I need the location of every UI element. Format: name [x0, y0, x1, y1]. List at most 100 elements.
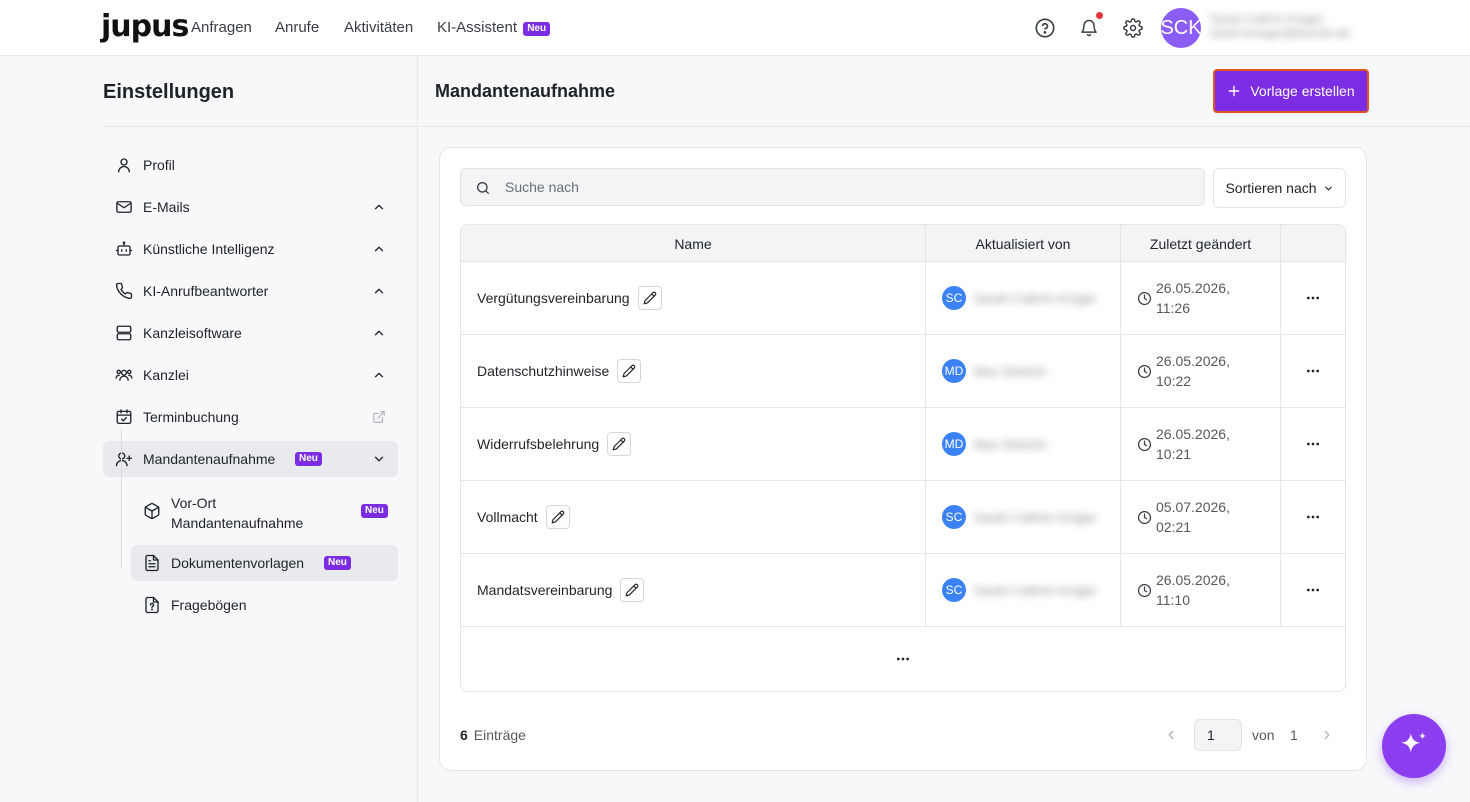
- nav-link-ki-assistent[interactable]: KI-Assistent Neu: [437, 19, 551, 37]
- bell-icon[interactable]: [1078, 17, 1100, 39]
- edit-pencil-icon[interactable]: [617, 359, 642, 383]
- new-badge: Neu: [361, 504, 388, 518]
- chevron-up-icon: [372, 242, 386, 256]
- sidebar-subitem-vor-ort-mandantenaufnahme[interactable]: Vor-Ort Mandantenaufnahme Neu: [131, 483, 398, 539]
- template-name[interactable]: Widerrufsbelehrung: [477, 436, 599, 452]
- nav-link-ki-assistent-label: KI-Assistent: [437, 19, 518, 36]
- table-row[interactable]: Widerrufsbelehrung MD Max Dietrich 26.05…: [461, 408, 1345, 481]
- template-name[interactable]: Datenschutzhinweise: [477, 363, 609, 379]
- table-row[interactable]: Vollmacht SC Sarah Cathrin Krüger 05.07.…: [461, 481, 1345, 554]
- last-modified-cell: 26.05.2026, 11:26: [1121, 262, 1281, 334]
- edit-pencil-icon[interactable]: [545, 505, 570, 529]
- last-modified-time: 11:26: [1156, 300, 1190, 316]
- edit-pencil-icon[interactable]: [607, 432, 632, 456]
- sidebar-item-profil[interactable]: Profil: [103, 147, 398, 183]
- chevron-right-icon[interactable]: [1320, 728, 1334, 742]
- create-template-label: Vorlage erstellen: [1250, 83, 1355, 99]
- sidebar-item-kanzleisoftware[interactable]: Kanzleisoftware: [103, 315, 398, 351]
- nav-link-anrufe[interactable]: Anrufe: [275, 19, 319, 37]
- sidebar-item-kanzlei[interactable]: Kanzlei: [103, 357, 398, 393]
- search-input[interactable]: [505, 169, 1185, 205]
- clock-icon: [1137, 510, 1152, 525]
- sidebar-subitem-frageboegen[interactable]: Fragebögen: [131, 587, 398, 623]
- help-icon[interactable]: [1034, 17, 1056, 39]
- server-icon: [115, 324, 133, 342]
- sidebar-item-emails[interactable]: E-Mails: [103, 189, 398, 225]
- more-horizontal-icon: [1305, 509, 1321, 525]
- submenu-guide-line: [121, 428, 122, 568]
- row-actions-button[interactable]: [1281, 335, 1345, 407]
- more-horizontal-icon: [1305, 290, 1321, 306]
- chevron-up-icon: [372, 368, 386, 382]
- nav-link-aktivitaeten[interactable]: Aktivitäten: [344, 19, 413, 37]
- user-info[interactable]: Sarah Cathrin Krüger sarah.krueger@kanzl…: [1210, 12, 1372, 40]
- row-actions-button[interactable]: [1281, 262, 1345, 334]
- users-icon: [115, 366, 133, 384]
- last-modified-date: 26.05.2026,: [1156, 572, 1230, 588]
- table-row[interactable]: Mandatsvereinbarung SC Sarah Cathrin Krü…: [461, 554, 1345, 627]
- page-number-input[interactable]: [1194, 719, 1242, 751]
- template-name[interactable]: Vergütungsvereinbarung: [477, 290, 630, 306]
- column-header-updated-by[interactable]: Aktualisiert von: [926, 225, 1121, 262]
- column-header-last-modified[interactable]: Zuletzt geändert: [1121, 225, 1281, 262]
- last-modified-date: 26.05.2026,: [1156, 353, 1230, 369]
- edit-pencil-icon[interactable]: [637, 286, 662, 310]
- template-name[interactable]: Mandatsvereinbarung: [477, 582, 612, 598]
- row-actions-button[interactable]: [1281, 408, 1345, 480]
- new-badge: Neu: [523, 22, 551, 36]
- sort-dropdown[interactable]: Sortieren nach: [1213, 168, 1346, 208]
- sidebar-item-ki-anrufbeantworter[interactable]: KI-Anrufbeantworter: [103, 273, 398, 309]
- updated-by-cell: SC Sarah Cathrin Krüger: [926, 262, 1121, 334]
- jupus-logo[interactable]: jupus: [101, 11, 189, 43]
- more-horizontal-icon: [1305, 582, 1321, 598]
- last-modified-cell: 26.05.2026, 10:21: [1121, 408, 1281, 480]
- column-header-name[interactable]: Name: [461, 225, 926, 262]
- sidebar-subitem-label: Fragebögen: [171, 597, 247, 613]
- last-modified-time: 11:10: [1156, 592, 1190, 608]
- column-header-actions: [1281, 225, 1345, 262]
- sidebar-item-mandantenaufnahme[interactable]: Mandantenaufnahme Neu: [103, 441, 398, 477]
- more-horizontal-icon: [895, 651, 911, 667]
- package-icon: [143, 502, 161, 520]
- entries-count: 6 Einträge: [460, 727, 526, 743]
- template-name[interactable]: Vollmacht: [477, 509, 538, 525]
- sidebar-item-terminbuchung[interactable]: Terminbuchung: [103, 399, 398, 435]
- user-avatar[interactable]: SCK: [1160, 8, 1202, 48]
- sidebar-item-label: E-Mails: [143, 199, 190, 215]
- page-of-label: von: [1252, 727, 1275, 743]
- row-actions-button[interactable]: [1281, 481, 1345, 553]
- notification-dot: [1096, 12, 1103, 19]
- row-actions-button[interactable]: [1281, 554, 1345, 626]
- last-modified-time: 10:21: [1156, 446, 1192, 462]
- clock-icon: [1137, 583, 1152, 598]
- last-modified-date: 26.05.2026,: [1156, 426, 1230, 442]
- table-row[interactable]: Datenschutzhinweise MD Max Dietrich 26.0…: [461, 335, 1345, 408]
- new-badge: Neu: [295, 452, 322, 466]
- sidebar-divider: [103, 126, 418, 127]
- ai-assistant-button[interactable]: [1382, 714, 1446, 778]
- more-horizontal-icon: [1305, 363, 1321, 379]
- user-name: Sarah Cathrin Krüger: [1210, 12, 1324, 26]
- last-modified-datetime: 26.05.2026, 11:10: [1156, 570, 1246, 610]
- sidebar-subitem-dokumentenvorlagen[interactable]: Dokumentenvorlagen Neu: [131, 545, 398, 581]
- calendar-check-icon: [115, 408, 133, 426]
- load-more-button[interactable]: [461, 627, 1345, 691]
- updated-by-cell: MD Max Dietrich: [926, 408, 1121, 480]
- updated-by-name: Max Dietrich: [974, 436, 1047, 452]
- nav-link-anfragen[interactable]: Anfragen: [191, 19, 252, 37]
- gear-icon[interactable]: [1122, 17, 1144, 39]
- create-template-button[interactable]: Vorlage erstellen: [1213, 69, 1369, 113]
- name-cell: Datenschutzhinweise: [461, 335, 926, 407]
- edit-pencil-icon[interactable]: [620, 578, 645, 602]
- name-cell: Vollmacht: [461, 481, 926, 553]
- sidebar-subitem-label: Dokumentenvorlagen: [171, 555, 305, 571]
- avatar: MD: [942, 359, 966, 383]
- sidebar-item-kuenstliche-intelligenz[interactable]: Künstliche Intelligenz: [103, 231, 398, 267]
- sidebar-item-label: Mandantenaufnahme: [143, 451, 276, 467]
- user-icon: [115, 156, 133, 174]
- search-box[interactable]: [460, 168, 1205, 206]
- table-row[interactable]: Vergütungsvereinbarung SC Sarah Cathrin …: [461, 262, 1345, 335]
- chevron-left-icon[interactable]: [1164, 728, 1178, 742]
- name-cell: Widerrufsbelehrung: [461, 408, 926, 480]
- last-modified-datetime: 26.05.2026, 10:22: [1156, 351, 1246, 391]
